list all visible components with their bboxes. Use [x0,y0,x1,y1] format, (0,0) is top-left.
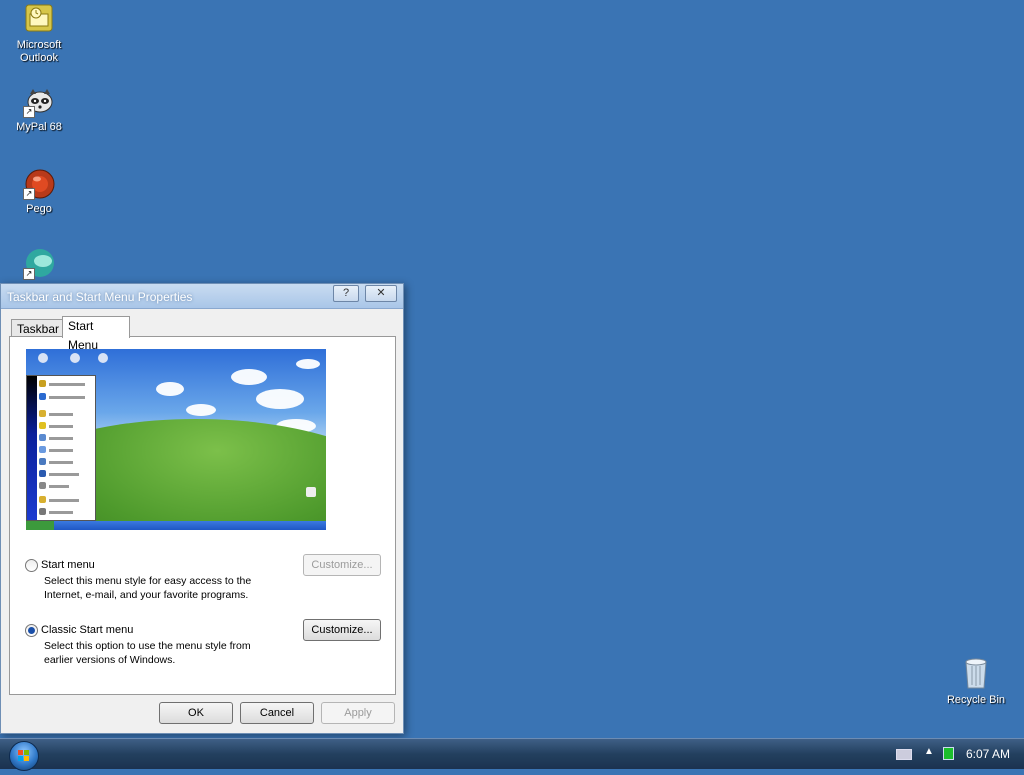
desktop-icon-pego[interactable]: ↗ Pego [4,168,74,216]
desktop-icon-label: MyPal 68 [16,121,62,133]
help-button[interactable]: ? [333,285,359,302]
desktop-icon-mypal[interactable]: ↗ MyPal 68 [4,86,74,134]
start-button[interactable] [9,741,39,771]
desktop-icon-label: Pego [26,203,52,215]
classic-start-menu-label[interactable]: Classic Start menu [41,624,133,636]
windows-logo-icon [18,750,29,761]
desktop-icon-app[interactable]: ↗ [4,248,74,283]
dialog-title: Taskbar and Start Menu Properties [7,290,193,304]
shortcut-arrow-icon: ↗ [23,106,35,118]
dialog-titlebar[interactable]: Taskbar and Start Menu Properties ? ✕ [1,284,403,309]
desktop-icon-label: Microsoft Outlook [16,39,62,64]
start-menu-customize-button[interactable]: Customize... [303,554,381,576]
ok-button[interactable]: OK [159,702,233,724]
classic-customize-button[interactable]: Customize... [303,619,381,641]
close-button[interactable]: ✕ [365,285,397,302]
start-menu-tab-panel: Start menu Select this menu style for ea… [9,336,396,695]
clock[interactable]: 6:07 AM [966,747,1010,761]
start-menu-radio[interactable] [25,559,38,572]
shortcut-arrow-icon: ↗ [23,188,35,200]
raccoon-icon: ↗ [23,86,55,118]
keyboard-icon[interactable] [896,749,912,760]
teal-app-icon: ↗ [23,248,55,280]
show-hidden-icons-icon[interactable]: ▲ [924,746,934,757]
pego-icon: ↗ [23,168,55,200]
cancel-button[interactable]: Cancel [240,702,314,724]
desktop-icon-recycle-bin[interactable]: Recycle Bin [940,656,1012,706]
start-menu-preview-image [26,349,326,530]
taskbar-start-menu-properties-dialog: Taskbar and Start Menu Properties ? ✕ Ta… [0,283,404,734]
recycle-bin-icon [960,656,992,690]
outlook-icon [23,4,55,36]
apply-button[interactable]: Apply [321,702,395,724]
classic-start-menu-description: Select this option to use the menu style… [44,640,251,666]
desktop-icon-outlook[interactable]: Microsoft Outlook [4,4,74,65]
shortcut-arrow-icon: ↗ [23,268,35,280]
classic-start-menu-radio[interactable] [25,624,38,637]
recycle-bin-label: Recycle Bin [946,694,1006,706]
start-menu-description: Select this menu style for easy access t… [44,575,252,601]
status-icon[interactable] [943,747,954,760]
start-menu-label[interactable]: Start menu [41,559,95,571]
tab-start-menu[interactable]: Start Menu [62,316,130,352]
taskbar: ▲ 6:07 AM [0,738,1024,771]
